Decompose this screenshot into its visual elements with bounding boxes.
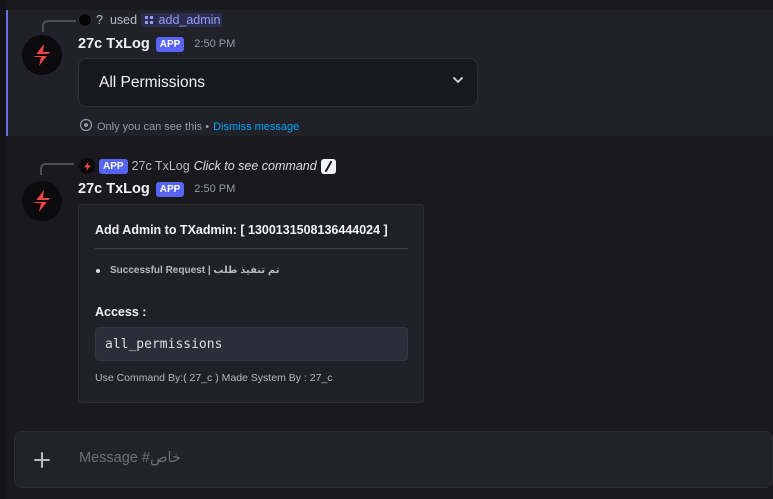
- chevron-down-icon: [451, 73, 465, 92]
- dismiss-message-link[interactable]: Dismiss message: [213, 121, 299, 133]
- command-link[interactable]: add_admin: [141, 13, 223, 27]
- field-name: Access :: [95, 305, 147, 319]
- reply-header[interactable]: ? used add_admin: [78, 13, 223, 27]
- ephemeral-text: Only you can see this •: [97, 120, 210, 133]
- lightning-bolt-icon: [32, 44, 52, 66]
- reply-app-badge: APP: [99, 158, 128, 174]
- slash-command-icon: [320, 158, 336, 174]
- bullet-text: Successful Request | تم تنفيذ طلب: [110, 265, 280, 276]
- embed-card: Add Admin to TXadmin: [ 1300131508136444…: [78, 204, 424, 403]
- author-name[interactable]: 27c TxLog: [78, 36, 150, 52]
- reply-spine-2: [40, 163, 74, 175]
- message-input[interactable]: Message #خاص: [79, 450, 181, 466]
- timestamp-2: 2:50 PM: [194, 183, 236, 195]
- reply-used-text: used: [109, 13, 138, 27]
- select-value: All Permissions: [99, 73, 205, 91]
- reply-author: 27c TxLog: [131, 159, 190, 173]
- author-name-2[interactable]: 27c TxLog: [78, 181, 150, 197]
- bot-avatar-small: [79, 158, 95, 174]
- lightning-bolt-icon-2: [32, 190, 52, 212]
- bot-avatar[interactable]: [22, 35, 62, 75]
- add-attachment-button[interactable]: [31, 449, 53, 471]
- reply-question: ?: [96, 13, 103, 27]
- app-badge: APP: [155, 36, 185, 52]
- message-header-2: 27c TxLog APP 2:50 PM: [78, 181, 235, 197]
- embed-title: Add Admin to TXadmin: [ 1300131508136444…: [95, 223, 388, 237]
- user-avatar-small: [78, 13, 92, 27]
- embed-bullet: Successful Request | تم تنفيذ طلب: [96, 265, 280, 276]
- command-grid-icon: [143, 14, 155, 26]
- click-to-see-command[interactable]: Click to see command: [194, 159, 317, 173]
- permissions-select[interactable]: All Permissions: [78, 58, 478, 107]
- plus-icon: [34, 452, 50, 468]
- eye-icon: [79, 118, 93, 135]
- app-badge-2: APP: [155, 181, 185, 197]
- ephemeral-notice: Only you can see this • Dismiss message: [79, 118, 299, 135]
- bot-avatar-2[interactable]: [22, 181, 62, 221]
- embed-divider: [95, 248, 408, 249]
- timestamp: 2:50 PM: [194, 38, 236, 50]
- message-composer: Message #خاص: [14, 431, 773, 488]
- field-value-code: all_permissions: [95, 327, 408, 361]
- reply-spine: [42, 20, 76, 32]
- command-name: add_admin: [158, 13, 221, 27]
- reply-header-2[interactable]: APP 27c TxLog Click to see command: [79, 158, 336, 174]
- message-header: 27c TxLog APP 2:50 PM: [78, 36, 235, 52]
- embed-footer: Use Command By:( 27_c ) Made System By :…: [95, 372, 333, 384]
- bullet-dot: [96, 268, 100, 273]
